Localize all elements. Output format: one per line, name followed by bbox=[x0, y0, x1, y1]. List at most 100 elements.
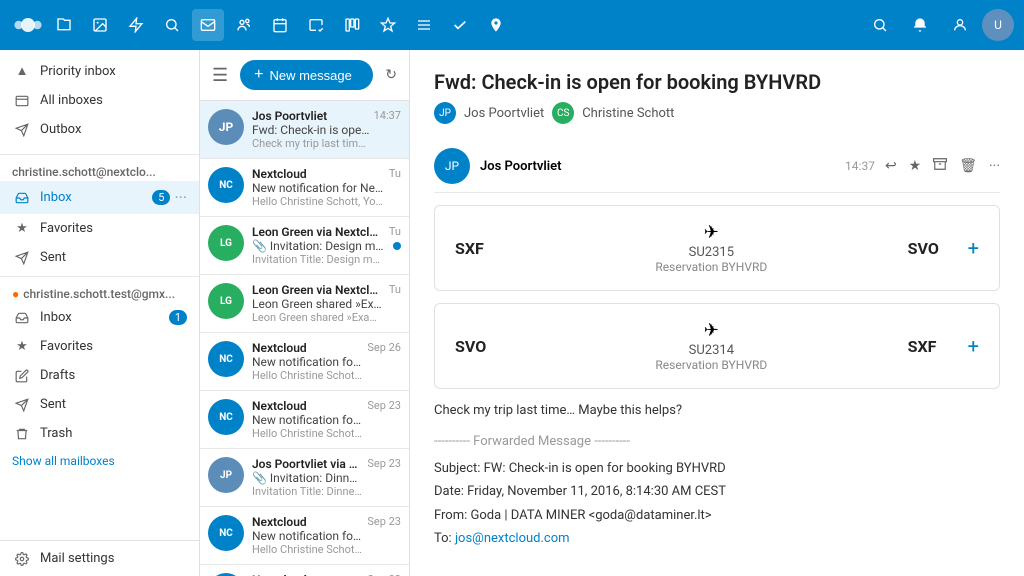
refresh-icon[interactable]: ↻ bbox=[381, 63, 401, 87]
flight-card-2: SVO ✈ SU2314 Reservation BYHVRD SXF + bbox=[434, 303, 1000, 389]
sidebar: ▲ Priority inbox All inboxes Outbox chri… bbox=[0, 50, 200, 576]
notifications-icon[interactable] bbox=[904, 9, 936, 41]
priority-inbox-icon: ▲ bbox=[12, 63, 32, 79]
email-avatar: NC bbox=[208, 167, 244, 203]
email-avatar: LG bbox=[208, 283, 244, 319]
sidebar-item-favorites-1[interactable]: ★ Favorites bbox=[0, 214, 199, 243]
email-content: Leon Green via Nextcloud 📎 Invitation: D… bbox=[252, 225, 385, 266]
sidebar-item-sent-1[interactable]: Sent bbox=[0, 243, 199, 272]
delete-icon[interactable]: 🗑 bbox=[959, 158, 977, 174]
trash-icon bbox=[12, 427, 32, 441]
sidebar-item-inbox-2[interactable]: Inbox 1 bbox=[0, 303, 199, 332]
maps-icon[interactable] bbox=[480, 9, 512, 41]
message-sender-avatar: JP bbox=[434, 148, 470, 184]
email-item[interactable]: NC Nextcloud New notification for Nextcl… bbox=[200, 333, 409, 391]
sidebar-item-drafts-2[interactable]: Drafts bbox=[0, 361, 199, 390]
list-icon[interactable] bbox=[408, 9, 440, 41]
archive-icon[interactable] bbox=[933, 157, 947, 175]
email-avatar: JP bbox=[208, 109, 244, 145]
app-logo[interactable] bbox=[10, 7, 46, 43]
email-from-line: JP Jos Poortvliet CS Christine Schott bbox=[434, 102, 1000, 124]
email-item[interactable]: JP Jos Poortvliet via Ne... 📎 Invitation… bbox=[200, 449, 409, 507]
email-list-scroll[interactable]: JP Jos Poortvliet Fwd: Check-in is open … bbox=[200, 101, 409, 576]
email-content: Jos Poortvliet via Ne... 📎 Invitation: D… bbox=[252, 457, 363, 498]
email-content: Leon Green via Nextcloud Leon Green shar… bbox=[252, 283, 385, 324]
account-label-2: christine.schott.test@gmx... bbox=[0, 281, 199, 303]
email-item[interactable]: LG Leon Green via Nextcloud 📎 Invitation… bbox=[200, 217, 409, 275]
email-item[interactable]: NC Nextcloud New notification for Nex...… bbox=[200, 565, 409, 576]
search-main-icon[interactable] bbox=[156, 9, 188, 41]
all-inboxes-icon bbox=[12, 94, 32, 108]
email-body: JP Jos Poortvliet 14:37 ↩ ★ 🗑 ··· SXF ✈ bbox=[434, 140, 1000, 556]
calendar-icon[interactable] bbox=[264, 9, 296, 41]
email-content: Nextcloud New notification for Nextcloud… bbox=[252, 167, 385, 208]
sidebar-item-outbox[interactable]: Outbox bbox=[0, 115, 199, 144]
user-avatar[interactable]: U bbox=[982, 9, 1014, 41]
email-avatar: NC bbox=[208, 515, 244, 551]
tasks-icon[interactable] bbox=[444, 9, 476, 41]
email-list-panel: ☰ + New message ↻ JP Jos Poortvliet Fwd:… bbox=[200, 50, 410, 576]
contacts-icon[interactable] bbox=[228, 9, 260, 41]
list-menu-icon[interactable]: ☰ bbox=[208, 61, 232, 90]
mail-settings-item[interactable]: Mail settings bbox=[0, 541, 199, 576]
photos-icon[interactable] bbox=[84, 9, 116, 41]
add-flight-2-button[interactable]: + bbox=[968, 334, 979, 358]
inbox-more-icon[interactable]: ··· bbox=[174, 188, 187, 207]
email-content: Nextcloud New notification for Nextcloud… bbox=[252, 341, 363, 382]
email-item[interactable]: LG Leon Green via Nextcloud Leon Green s… bbox=[200, 275, 409, 333]
plus-icon: + bbox=[254, 66, 263, 84]
email-detail-title: Fwd: Check-in is open for booking BYHVRD bbox=[434, 70, 1000, 94]
email-item[interactable]: NC Nextcloud New notification for Nextcl… bbox=[200, 391, 409, 449]
favorites-icon-2: ★ bbox=[12, 339, 32, 354]
notes-icon[interactable] bbox=[300, 9, 332, 41]
email-avatar: NC bbox=[208, 399, 244, 435]
sidebar-item-sent-2[interactable]: Sent bbox=[0, 390, 199, 419]
inbox-icon-1 bbox=[12, 191, 32, 205]
from-avatar: JP bbox=[434, 102, 456, 124]
sent-icon-2 bbox=[12, 398, 32, 412]
more-actions-icon[interactable]: ··· bbox=[989, 158, 1000, 174]
show-all-mailboxes[interactable]: Show all mailboxes bbox=[0, 448, 199, 474]
outbox-icon bbox=[12, 123, 32, 137]
email-avatar: JP bbox=[208, 457, 244, 493]
activity-icon[interactable] bbox=[120, 9, 152, 41]
sidebar-item-favorites-2[interactable]: ★ Favorites bbox=[0, 332, 199, 361]
reply-icon[interactable]: ↩ bbox=[885, 158, 897, 174]
mail-icon[interactable] bbox=[192, 9, 224, 41]
forward-divider: ---------- Forwarded Message ---------- bbox=[434, 434, 1000, 449]
sidebar-item-all-inboxes[interactable]: All inboxes bbox=[0, 86, 199, 115]
main-area: ▲ Priority inbox All inboxes Outbox chri… bbox=[0, 50, 1024, 576]
email-item[interactable]: JP Jos Poortvliet Fwd: Check-in is open … bbox=[200, 101, 409, 159]
email-content: Jos Poortvliet Fwd: Check-in is open for… bbox=[252, 109, 370, 150]
deck-icon[interactable] bbox=[336, 9, 368, 41]
email-detail-panel: Fwd: Check-in is open for booking BYHVRD… bbox=[410, 50, 1024, 576]
email-content: Nextcloud New notification for Nextcloud… bbox=[252, 399, 363, 440]
drafts-icon bbox=[12, 369, 32, 383]
topbar: U bbox=[0, 0, 1024, 50]
bookmarks-icon[interactable] bbox=[372, 9, 404, 41]
email-item[interactable]: NC Nextcloud New notification for Nextcl… bbox=[200, 159, 409, 217]
email-avatar: LG bbox=[208, 225, 244, 261]
account-label-1: christine.schott@nextclo... bbox=[0, 159, 199, 181]
files-icon[interactable] bbox=[48, 9, 80, 41]
search-topbar-icon[interactable] bbox=[864, 9, 896, 41]
inbox-icon-2 bbox=[12, 311, 32, 325]
sidebar-item-inbox-1[interactable]: Inbox 5 ··· bbox=[0, 181, 199, 214]
new-message-button[interactable]: + New message bbox=[240, 60, 373, 90]
user-settings-icon[interactable] bbox=[944, 9, 976, 41]
favorites-icon-1: ★ bbox=[12, 221, 32, 236]
forward-to-email[interactable]: jos@nextcloud.com bbox=[455, 531, 570, 546]
email-content: Nextcloud New notification for Nextcloud… bbox=[252, 515, 363, 556]
email-item[interactable]: NC Nextcloud New notification for Nextcl… bbox=[200, 507, 409, 565]
sidebar-item-trash-2[interactable]: Trash bbox=[0, 419, 199, 448]
to-avatar: CS bbox=[552, 102, 574, 124]
sidebar-item-priority-inbox[interactable]: ▲ Priority inbox bbox=[0, 56, 199, 86]
forward-meta: Subject: FW: Check-in is open for bookin… bbox=[434, 457, 1000, 551]
add-flight-1-button[interactable]: + bbox=[968, 236, 979, 260]
star-icon[interactable]: ★ bbox=[909, 158, 922, 174]
message-header: JP Jos Poortvliet 14:37 ↩ ★ 🗑 ··· bbox=[434, 140, 1000, 193]
flight-card-1: SXF ✈ SU2315 Reservation BYHVRD SVO + bbox=[434, 205, 1000, 291]
email-list-header: ☰ + New message ↻ bbox=[200, 50, 409, 101]
plane-icon-1: ✈ bbox=[515, 222, 908, 243]
email-body-text: Check my trip last time… Maybe this help… bbox=[434, 401, 1000, 422]
